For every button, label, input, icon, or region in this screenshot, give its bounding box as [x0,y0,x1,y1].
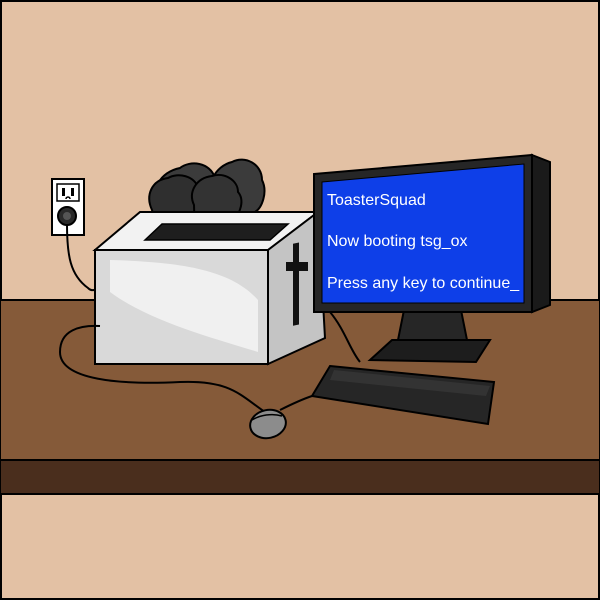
monitor: ToasterSquad Now booting tsg_ox Press an… [313,153,551,314]
toaster [92,210,327,366]
screen-line-2: Now booting tsg_ox [327,233,468,250]
screen-line-3: Press any key to continue_ [327,275,520,292]
screen-line-1: ToasterSquad [327,192,426,209]
desk-edge [0,459,600,495]
desk-scene: ToasterSquad Now booting tsg_ox Press an… [0,0,600,600]
